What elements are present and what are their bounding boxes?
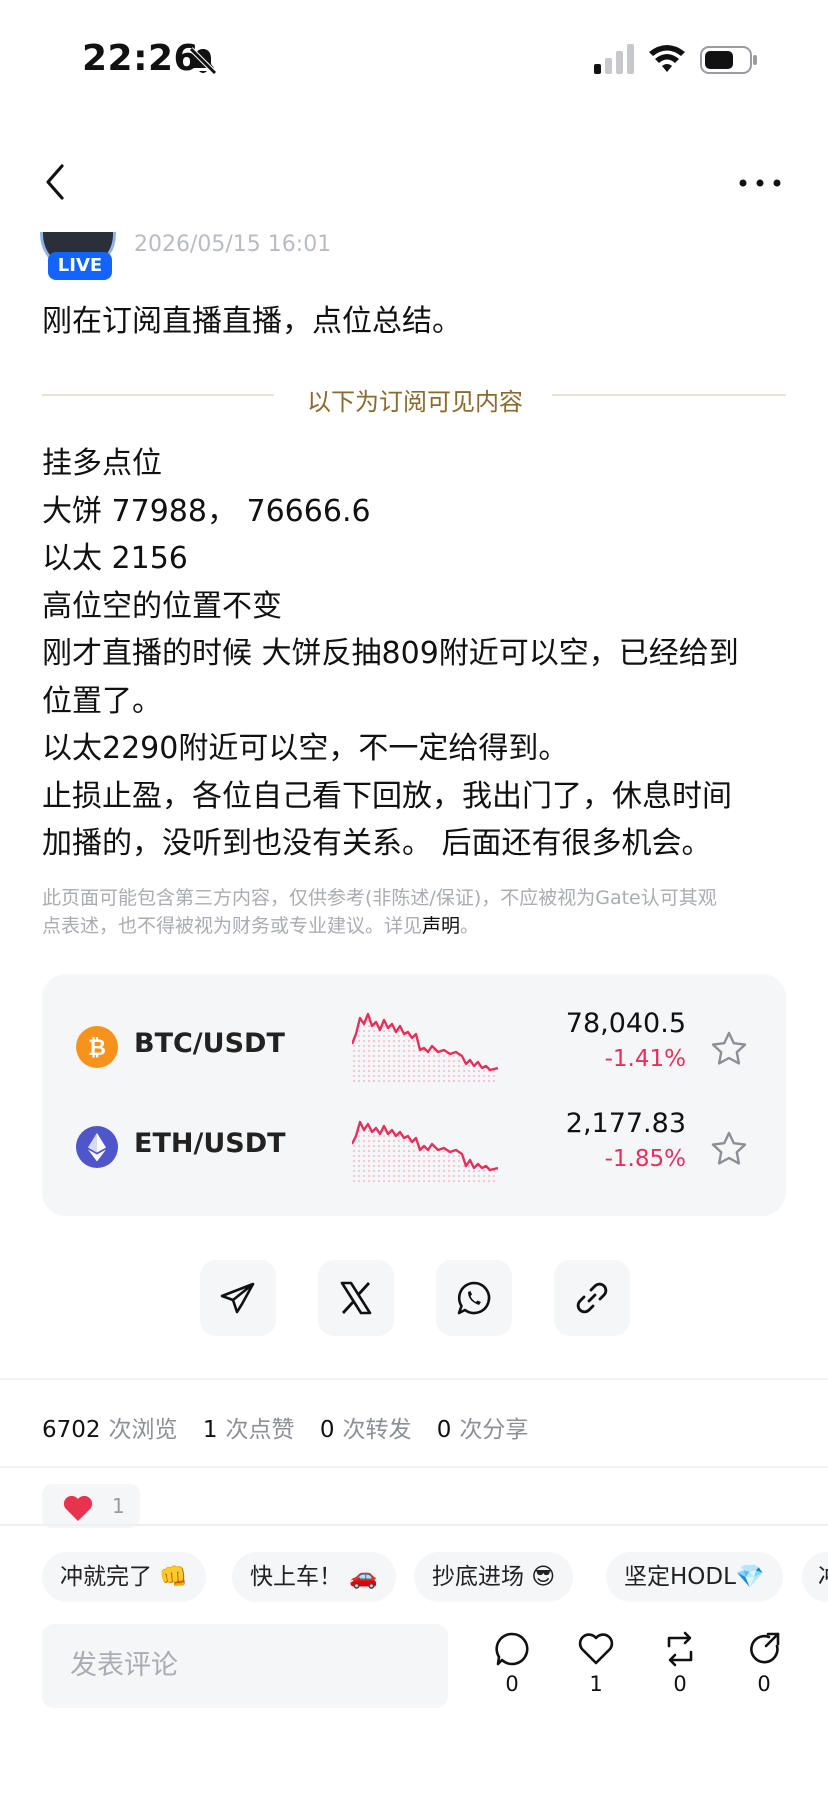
disclaimer-text: 点表述，也不得被视为财务或专业建议。详见 — [42, 915, 423, 937]
repost-icon — [667, 1631, 693, 1667]
market-row-eth[interactable]: ETH/USDT 2,177.83 -1.85% — [42, 1096, 786, 1196]
price-sparkline — [352, 1012, 498, 1084]
section-divider — [0, 1466, 828, 1468]
post-body-line: 刚才直播的时候 大饼反抽809附近可以空，已经给到 — [42, 636, 739, 671]
bell-muted-icon — [189, 47, 217, 75]
post-date: 2026/05/15 16:01 — [134, 234, 332, 256]
shares-count: 0 — [436, 1417, 452, 1443]
disclaimer-link[interactable]: 声明 — [422, 915, 460, 937]
post-body-line: 止损止盈，各位自己看下回放，我出门了，休息时间 — [42, 778, 732, 814]
shares-label: 次分享 — [459, 1417, 529, 1443]
pair-price: 78,040.5 — [565, 1008, 686, 1039]
views-label: 次浏览 — [108, 1417, 178, 1443]
divider-line-right — [552, 394, 786, 396]
post-stats: 6702 次浏览 1 次点赞 0 次转发 0 次分享 — [42, 1410, 546, 1444]
bitcoin-icon: ₿ — [76, 1026, 118, 1068]
share-whatsapp-button[interactable] — [436, 1260, 512, 1336]
divider-line-left — [42, 394, 274, 396]
post-body: 挂多点位 大饼 77988， 76666.6 以太 2156 高位空的位置不变 … — [42, 440, 792, 868]
like-button[interactable]: 1 — [564, 1630, 628, 1710]
share-telegram-button[interactable] — [200, 1260, 276, 1336]
favorite-star-icon[interactable] — [710, 1030, 748, 1068]
repost-count: 0 — [673, 1672, 687, 1696]
market-card: ₿ BTC/USDT 78,040.5 -1.41% ETH/USDT 2,17… — [42, 974, 786, 1216]
back-chevron-icon[interactable] — [40, 162, 70, 202]
telegram-icon — [220, 1282, 255, 1314]
ethereum-icon — [76, 1126, 118, 1168]
post-body-line: 位置了。 — [42, 683, 162, 719]
market-row-btc[interactable]: ₿ BTC/USDT 78,040.5 -1.41% — [42, 996, 786, 1096]
section-divider — [0, 1378, 828, 1380]
share-button[interactable]: 0 — [732, 1630, 796, 1710]
disclaimer-line-2: 点表述，也不得被视为财务或专业建议。详见声明。 — [42, 912, 792, 940]
comment-bubble-icon — [495, 1632, 529, 1666]
pair-price: 2,177.83 — [565, 1108, 686, 1139]
reaction-pill[interactable]: 1 — [42, 1484, 140, 1528]
subscriber-divider-label: 以下为订阅可见内容 — [307, 388, 523, 416]
heart-icon — [63, 1495, 93, 1521]
subscriber-divider: 以下为订阅可见内容 — [0, 382, 828, 416]
disclaimer: 此页面可能包含第三方内容，仅供参考(非陈述/保证)，不应被视为Gate认可其观 … — [42, 884, 792, 940]
disclaimer-end: 。 — [460, 915, 480, 937]
share-x-button[interactable] — [318, 1260, 394, 1336]
reaction-count: 1 — [112, 1494, 125, 1518]
live-badge: LIVE — [48, 252, 112, 280]
pair-name: ETH/USDT — [134, 1128, 286, 1159]
heart-outline-icon — [578, 1633, 614, 1665]
pair-name: BTC/USDT — [134, 1028, 285, 1059]
favorite-star-icon[interactable] — [710, 1130, 748, 1168]
pair-change: -1.85% — [604, 1146, 686, 1172]
status-bar: 22:26 — [0, 0, 828, 120]
quick-reply-chip[interactable]: 冲 — [802, 1552, 828, 1602]
share-arrow-icon — [750, 1632, 780, 1664]
quick-reply-chip[interactable]: 坚定HODL💎 — [606, 1552, 783, 1602]
comment-input[interactable]: 发表评论 — [42, 1624, 448, 1708]
cellular-signal-icon — [594, 44, 634, 74]
price-sparkline — [352, 1120, 498, 1184]
copy-link-button[interactable] — [554, 1260, 630, 1336]
comment-count: 0 — [505, 1672, 519, 1696]
reposts-label: 次转发 — [342, 1417, 412, 1443]
post-body-line: 以太2290附近可以空，不一定给得到。 — [42, 731, 569, 766]
post-body-line: 以太 2156 — [42, 541, 188, 576]
more-options-icon[interactable] — [738, 168, 782, 198]
svg-text:₿: ₿ — [88, 1036, 106, 1061]
post-body-line: 大饼 77988， 76666.6 — [42, 493, 371, 529]
post-body-line: 高位空的位置不变 — [42, 588, 282, 624]
quick-reply-chip[interactable]: 快上车！ 🚗 — [232, 1552, 396, 1602]
post-body-line: 加播的，没听到也没有关系。 后面还有很多机会。 — [42, 826, 712, 861]
likes-count: 1 — [202, 1417, 218, 1443]
repost-button[interactable]: 0 — [648, 1630, 712, 1710]
disclaimer-line: 此页面可能包含第三方内容，仅供参考(非陈述/保证)，不应被视为Gate认可其观 — [42, 887, 717, 909]
status-time: 22:26 — [82, 38, 200, 79]
likes-label: 次点赞 — [225, 1417, 295, 1443]
bottom-bar-divider — [0, 1524, 828, 1526]
pair-change: -1.41% — [604, 1046, 686, 1072]
post-title: 刚在订阅直播直播，点位总结。 — [42, 304, 462, 339]
battery-icon — [700, 46, 757, 74]
comment-button[interactable]: 0 — [480, 1630, 544, 1710]
quick-reply-chip[interactable]: 冲就完了 👊 — [42, 1552, 206, 1602]
post-body-line: 挂多点位 — [42, 446, 162, 481]
reposts-count: 0 — [319, 1417, 335, 1443]
wifi-icon — [649, 45, 685, 72]
share-count: 0 — [757, 1672, 771, 1696]
quick-reply-chip[interactable]: 抄底进场 😎 — [414, 1552, 574, 1602]
views-count: 6702 — [42, 1417, 101, 1443]
like-count: 1 — [589, 1672, 603, 1696]
whatsapp-icon — [457, 1281, 491, 1315]
x-icon — [340, 1281, 372, 1315]
link-icon — [576, 1282, 608, 1314]
